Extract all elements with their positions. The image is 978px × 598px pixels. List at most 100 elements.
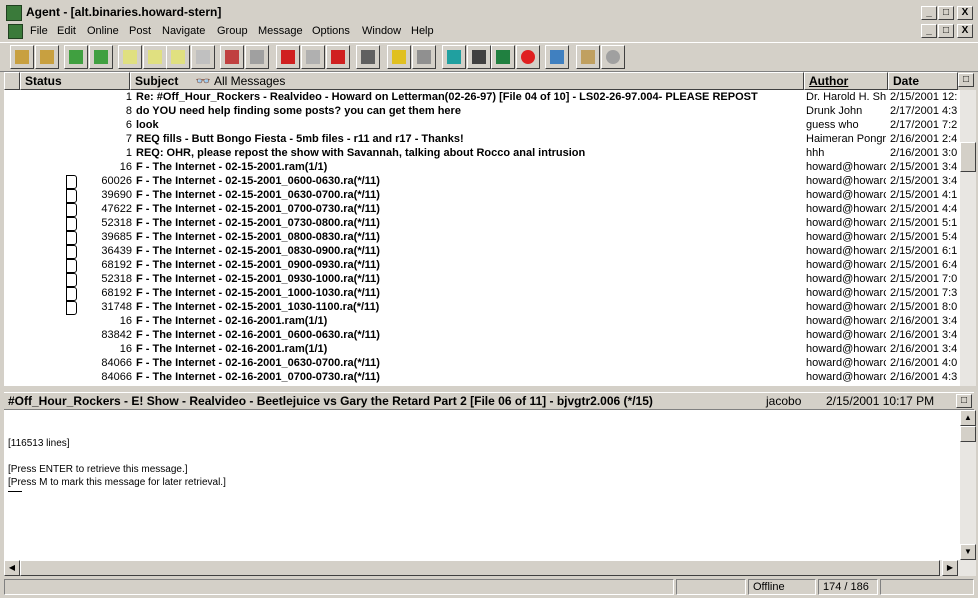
scroll-left-button[interactable]: ◀ [4, 560, 20, 576]
table-row[interactable]: 1 Re: #Off_Hour_Rockers - Realvideo - How… [4, 90, 960, 104]
menu-message[interactable]: Message [258, 25, 303, 37]
open-group-button[interactable] [10, 45, 34, 69]
table-row[interactable]: 7 REQ fills - Butt Bongo Fiesta - 5mb fil… [4, 132, 960, 146]
preview-scrollbar[interactable]: ▲ ▼ [960, 410, 976, 560]
preview-scroll-up-button[interactable]: ▲ [960, 410, 976, 426]
menu-window[interactable]: Window [362, 25, 401, 37]
menu-edit[interactable]: Edit [57, 25, 76, 37]
get-all-headers-button[interactable] [89, 45, 113, 69]
row-subject: F - The Internet - 02-15-2001_0830-0900.… [136, 245, 380, 257]
forward-button[interactable] [191, 45, 215, 69]
glasses-button[interactable] [467, 45, 491, 69]
filter-label[interactable]: All Messages [214, 74, 285, 88]
menu-help[interactable]: Help [411, 25, 434, 37]
get-new-headers-button[interactable] [64, 45, 88, 69]
get-all-headers-icon [94, 50, 108, 64]
minimize-button[interactable]: _ [921, 6, 937, 20]
preview-maximize-button[interactable]: □ [956, 394, 972, 408]
table-row[interactable]: 84066 F - The Internet - 02-16-2001_0630-… [4, 356, 960, 370]
column-status[interactable]: Status [20, 72, 130, 90]
menu-file[interactable]: File [30, 25, 48, 37]
new-group-button[interactable] [35, 45, 59, 69]
table-row[interactable]: 8 do YOU need help finding some posts? yo… [4, 104, 960, 118]
reply-button[interactable] [143, 45, 167, 69]
column-author[interactable]: Author [804, 72, 888, 90]
column-options-button[interactable] [4, 72, 20, 90]
agent-app-icon[interactable] [6, 5, 22, 21]
retrieve-button[interactable] [442, 45, 466, 69]
filter-button[interactable] [356, 45, 380, 69]
follow-up-button[interactable] [166, 45, 190, 69]
row-subject: look [136, 119, 159, 131]
table-row[interactable]: 83842 F - The Internet - 02-16-2001_0600-… [4, 328, 960, 342]
message-list-scroll-thumb[interactable] [960, 142, 976, 172]
pencil-button[interactable] [545, 45, 569, 69]
table-row[interactable]: 84066 F - The Internet - 02-16-2001_0700-… [4, 370, 960, 384]
menu-online[interactable]: Online [87, 25, 119, 37]
view-button[interactable] [301, 45, 325, 69]
table-row[interactable]: 52318 F - The Internet - 02-15-2001_0930-… [4, 272, 960, 287]
table-row[interactable]: 60026 F - The Internet - 02-15-2001_0600-… [4, 174, 960, 189]
table-row[interactable]: 36439 F - The Internet - 02-15-2001_0830-… [4, 244, 960, 259]
preview-date: 2/15/2001 10:17 PM [826, 394, 935, 408]
rot13-button[interactable] [326, 45, 350, 69]
row-subject: Re: #Off_Hour_Rockers - Realvideo - Howa… [136, 91, 758, 103]
table-row[interactable]: 1 REQ: OHR, please repost the show with S… [4, 146, 960, 160]
table-row[interactable]: 68192 F - The Internet - 02-15-2001_0900-… [4, 258, 960, 273]
previous-icon [281, 50, 295, 64]
lock-button[interactable] [491, 45, 515, 69]
preview-body[interactable]: [116513 lines] [Press ENTER to retrieve … [4, 410, 960, 560]
mark-button[interactable] [220, 45, 244, 69]
stop-button[interactable] [601, 45, 625, 69]
list-maximize-button[interactable]: □ [958, 73, 974, 87]
new-group-icon [40, 50, 54, 64]
column-subject[interactable]: Subject 👓 All Messages [130, 72, 804, 90]
table-row[interactable]: 47622 F - The Internet - 02-15-2001_0700-… [4, 202, 960, 217]
row-lines: 1 [125, 147, 132, 159]
previous-button[interactable] [276, 45, 300, 69]
table-row[interactable]: 16 F - The Internet - 02-16-2001.ram(1/1)… [4, 342, 960, 356]
maximize-button[interactable]: □ [938, 6, 954, 20]
menu-group[interactable]: Group [217, 25, 248, 37]
table-row[interactable]: 39685 F - The Internet - 02-15-2001_0800-… [4, 230, 960, 245]
retrieve-marker-icon [66, 231, 77, 245]
preview-scroll-down-button[interactable]: ▼ [960, 544, 976, 560]
menu-navigate[interactable]: Navigate [162, 25, 205, 37]
preview-horizontal-scrollbar[interactable]: ◀ ▶ [4, 560, 976, 576]
post-new-button[interactable] [118, 45, 142, 69]
table-row[interactable]: 16 F - The Internet - 02-16-2001.ram(1/1)… [4, 314, 960, 328]
horizontal-scroll-thumb[interactable] [20, 560, 940, 576]
column-date[interactable]: Date [888, 72, 958, 90]
menu-post[interactable]: Post [129, 25, 151, 37]
row-date: 2/16/2001 3:4 [890, 343, 958, 355]
message-list[interactable]: 1 Re: #Off_Hour_Rockers - Realvideo - How… [4, 90, 960, 386]
table-row[interactable]: 6 look guess who 2/17/2001 7:2 [4, 118, 960, 132]
row-lines: 47622 [101, 203, 132, 215]
info-button[interactable] [576, 45, 600, 69]
document-icon[interactable] [8, 24, 23, 39]
menu-options[interactable]: Options [312, 25, 350, 37]
table-row[interactable]: 39690 F - The Internet - 02-15-2001_0630-… [4, 188, 960, 203]
status-position: 174 / 186 [818, 579, 878, 595]
mdi-restore-button[interactable]: □ [938, 24, 954, 38]
block-button[interactable] [516, 45, 540, 69]
message-list-scrollbar[interactable] [960, 90, 976, 386]
preview-scroll-thumb[interactable] [960, 426, 976, 442]
title-bar: Agent - [alt.binaries.howard-stern] _ □ … [0, 3, 978, 23]
row-subject: F - The Internet - 02-15-2001_0600-0630.… [136, 175, 380, 187]
table-row[interactable]: 52318 F - The Internet - 02-15-2001_0730-… [4, 216, 960, 231]
table-row[interactable]: 31748 F - The Internet - 02-15-2001_1030-… [4, 300, 960, 315]
mdi-close-button[interactable]: X [957, 24, 973, 38]
row-subject: REQ fills - Butt Bongo Fiesta - 5mb file… [136, 133, 464, 145]
forward-icon [196, 50, 210, 64]
row-author: howard@howarc [806, 343, 886, 355]
scroll-right-button[interactable]: ▶ [942, 560, 958, 576]
table-row[interactable]: 16 F - The Internet - 02-15-2001.ram(1/1)… [4, 160, 960, 174]
retrieve-marker-icon [66, 217, 77, 231]
kill-button[interactable] [412, 45, 436, 69]
watch-button[interactable] [387, 45, 411, 69]
next-unread-button[interactable] [245, 45, 269, 69]
table-row[interactable]: 68192 F - The Internet - 02-15-2001_1000-… [4, 286, 960, 301]
mdi-minimize-button[interactable]: _ [921, 24, 937, 38]
close-button[interactable]: X [957, 6, 973, 20]
